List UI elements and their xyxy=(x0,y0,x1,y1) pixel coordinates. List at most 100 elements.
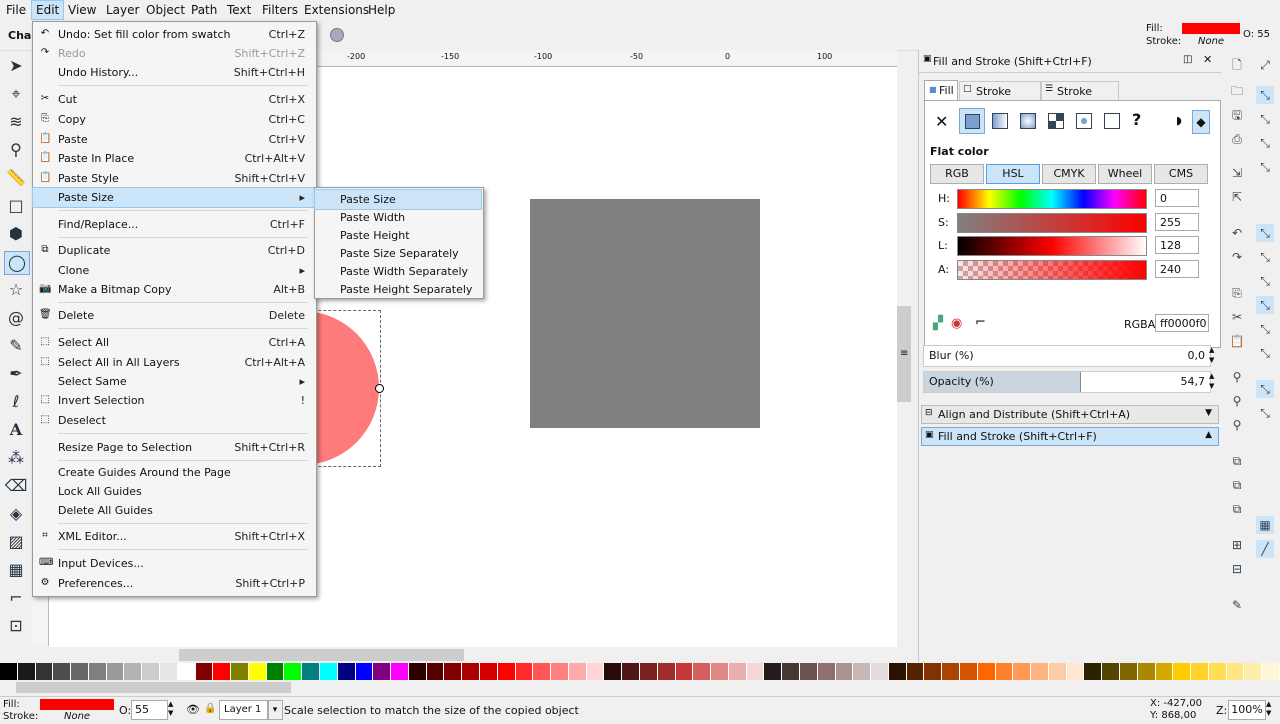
palette-swatch[interactable] xyxy=(515,663,534,680)
palette-swatch[interactable] xyxy=(337,663,356,680)
menu-item-redo[interactable]: ↷ Redo Shift+Ctrl+Z xyxy=(33,44,314,63)
snap-midpoint-icon[interactable]: ⤡ xyxy=(1256,344,1274,362)
linear-gradient-icon[interactable] xyxy=(992,113,1008,129)
submenu-item-paste-height-separately[interactable]: Paste Height Separately xyxy=(315,280,481,299)
palette-swatch[interactable] xyxy=(871,663,889,680)
menu-item-copy[interactable]: ⎘ Copy Ctrl+C xyxy=(33,110,314,129)
status-fill-swatch[interactable] xyxy=(40,699,114,710)
horizontal-scrollbar[interactable] xyxy=(49,648,897,662)
menu-item-undo-history[interactable]: Undo History... Shift+Ctrl+H xyxy=(33,63,314,82)
menu-file[interactable]: File xyxy=(6,3,26,17)
menu-item-find-replace[interactable]: Find/Replace... Ctrl+F xyxy=(33,215,314,234)
palette-swatch[interactable] xyxy=(1066,663,1085,680)
zoom-input[interactable]: 100% xyxy=(1228,700,1266,720)
print-icon[interactable]: ⎙ xyxy=(1228,130,1246,148)
hue-slider[interactable] xyxy=(957,189,1147,209)
mesh-tool-icon[interactable]: ▦ xyxy=(4,559,28,581)
hue-value[interactable]: 0 xyxy=(1155,189,1199,207)
palette-swatch[interactable] xyxy=(320,663,338,680)
ungroup-icon[interactable]: ⊟ xyxy=(1228,560,1246,578)
chevron-down-icon[interactable]: ▾ xyxy=(267,700,283,720)
palette-scrollbar[interactable] xyxy=(0,680,1280,695)
palette-swatch[interactable] xyxy=(604,663,623,680)
palette-swatch[interactable] xyxy=(693,663,712,680)
palette-swatch[interactable] xyxy=(728,663,747,680)
no-paint-icon[interactable]: ✕ xyxy=(935,112,948,131)
snap-bbox-icon[interactable]: ⤡ xyxy=(1256,86,1274,104)
palette-swatch[interactable] xyxy=(977,663,996,680)
lightness-value[interactable]: 128 xyxy=(1155,236,1199,254)
spiral-tool-icon[interactable]: @ xyxy=(4,307,28,329)
zoom-drawing-icon[interactable]: ⚲ xyxy=(1228,392,1246,410)
snap-cusp-icon[interactable]: ⤡ xyxy=(1256,296,1274,314)
palette-swatch[interactable] xyxy=(960,663,978,680)
palette-swatch[interactable] xyxy=(124,663,143,680)
palette-swatch[interactable] xyxy=(853,663,872,680)
snap-center-icon[interactable]: ⤡ xyxy=(1256,380,1274,398)
circle-type-icon[interactable] xyxy=(330,28,344,42)
open-icon[interactable]: 🗀 xyxy=(1228,82,1246,100)
scrollbar-thumb[interactable] xyxy=(16,682,291,693)
mode-hsl-button[interactable]: HSL xyxy=(986,164,1040,184)
menu-edit[interactable]: Edit xyxy=(31,0,65,20)
palette-swatch[interactable] xyxy=(231,663,249,680)
3d-box-tool-icon[interactable]: ⬢ xyxy=(4,223,28,245)
palette-swatch[interactable] xyxy=(444,663,463,680)
panel-pin-icon[interactable]: ◫ xyxy=(1183,54,1192,65)
bucket-tool-icon[interactable]: ◈ xyxy=(4,503,28,525)
gray-square[interactable] xyxy=(530,199,760,428)
menu-object[interactable]: Object xyxy=(146,3,185,17)
pattern-icon[interactable] xyxy=(1076,113,1092,129)
snap-page-icon[interactable]: ▦ xyxy=(1256,516,1274,534)
palette-swatch[interactable] xyxy=(213,663,232,680)
eraser-tool-icon[interactable]: ⌫ xyxy=(4,475,28,497)
snap-paths-icon[interactable]: ⤡ xyxy=(1256,248,1274,266)
menu-item-undo-set-fill-color-from-swatch[interactable]: ↶ Undo: Set fill color from swatch Ctrl+Z xyxy=(33,25,314,44)
ellipse-tool-icon[interactable]: ◯ xyxy=(4,251,30,275)
zoom-page-icon[interactable]: ⚲ xyxy=(1228,416,1246,434)
palette-swatch[interactable] xyxy=(551,663,569,680)
export-icon[interactable]: ⇱ xyxy=(1228,188,1246,206)
menu-path[interactable]: Path xyxy=(191,3,217,17)
connector-tool-icon[interactable]: ⊡ xyxy=(4,615,28,637)
palette-swatch[interactable] xyxy=(924,663,943,680)
palette-swatch[interactable] xyxy=(1120,663,1138,680)
zoom-spinner-icon[interactable]: ▲ ▼ xyxy=(1266,700,1271,718)
dropper-tool-icon[interactable]: ⌐ xyxy=(4,587,28,609)
dock-align-distribute[interactable]: ⊟ Align and Distribute (Shift+Ctrl+A) ▼ xyxy=(921,405,1219,424)
menu-item-delete[interactable]: 🗑 Delete Delete xyxy=(33,306,314,325)
menu-extensions[interactable]: Extensions xyxy=(304,3,369,17)
palette-swatch[interactable] xyxy=(373,663,392,680)
blur-field[interactable]: Blur (%) 0,0 xyxy=(923,345,1211,367)
menu-item-resize-page-to-selection[interactable]: Resize Page to Selection Shift+Ctrl+R xyxy=(33,438,314,457)
palette-swatch[interactable] xyxy=(622,663,640,680)
palette-swatch[interactable] xyxy=(835,663,854,680)
palette-swatch[interactable] xyxy=(480,663,498,680)
submenu-item-paste-height[interactable]: Paste Height xyxy=(315,226,481,245)
palette-swatch[interactable] xyxy=(71,663,89,680)
pen-tool-icon[interactable]: ✒ xyxy=(4,363,28,385)
dock-fill-stroke[interactable]: ▣ Fill and Stroke (Shift+Ctrl+F) ▲ xyxy=(921,427,1219,446)
palette-swatch[interactable] xyxy=(995,663,1014,680)
color-picker-icon[interactable]: ⌐ xyxy=(975,315,986,330)
menu-item-lock-all-guides[interactable]: Lock All Guides xyxy=(33,482,314,501)
menu-item-xml-editor[interactable]: ⌗ XML Editor... Shift+Ctrl+X xyxy=(33,527,314,546)
menu-item-cut[interactable]: ✂ Cut Ctrl+X xyxy=(33,90,314,109)
menu-item-clone[interactable]: Clone ▸ xyxy=(33,261,314,280)
snap-intersection-icon[interactable]: ⤡ xyxy=(1256,272,1274,290)
palette-swatch[interactable] xyxy=(1102,663,1120,680)
palette-swatch[interactable] xyxy=(800,663,818,680)
layer-select[interactable]: Layer 1 xyxy=(219,700,269,720)
menu-layer[interactable]: Layer xyxy=(106,3,139,17)
star-tool-icon[interactable]: ☆ xyxy=(4,279,28,301)
palette-swatch[interactable] xyxy=(1013,663,1032,680)
palette-swatch[interactable] xyxy=(248,663,267,680)
palette-swatch[interactable] xyxy=(1084,663,1103,680)
gradient-tool-icon[interactable]: ▨ xyxy=(4,531,28,553)
palette-swatch[interactable] xyxy=(1137,663,1156,680)
palette-swatch[interactable] xyxy=(17,663,36,680)
tweak-tool-icon[interactable]: ≋ xyxy=(4,111,28,133)
snap-grid-icon[interactable]: ╱ xyxy=(1256,540,1274,558)
menu-item-create-guides-around-the-page[interactable]: Create Guides Around the Page xyxy=(33,463,314,482)
color-palette[interactable] xyxy=(0,663,1280,680)
